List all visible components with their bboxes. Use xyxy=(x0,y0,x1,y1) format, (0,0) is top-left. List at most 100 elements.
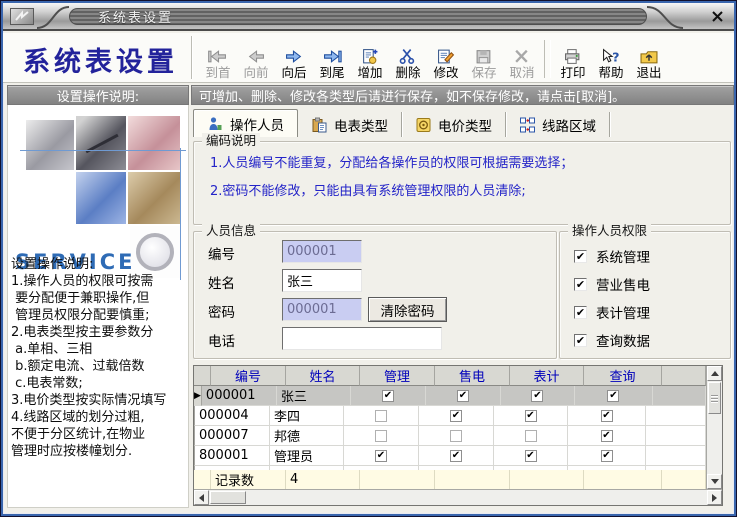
permission-3[interactable]: ✔ 查询数据 xyxy=(574,331,650,349)
coding-note-line: 1.人员编号不能重复，分配给各操作员的权限可根据需要选择； xyxy=(194,150,730,178)
cell-perm-checkbox[interactable]: ✔ xyxy=(494,446,568,466)
instruction-line: 管理时应按楼幢划分. xyxy=(11,443,189,460)
toolbar-button-label: 向后 xyxy=(281,65,306,80)
cell-perm-checkbox[interactable]: ✔ xyxy=(501,386,575,406)
grid-row[interactable]: 800001管理员✔✔✔✔ xyxy=(194,446,706,466)
tab-region[interactable]: 线路区域 xyxy=(506,112,610,137)
phone-label: 电话 xyxy=(208,330,235,350)
toolbar-button-label: 到尾 xyxy=(319,65,344,80)
cell-name[interactable]: 李四 xyxy=(270,406,344,426)
coding-note-line: 2.密码不能修改，只能由具有系统管理权限的人员清除; xyxy=(194,178,730,206)
grid-row[interactable]: ▶000001张三✔✔✔✔ xyxy=(194,386,706,406)
toolbar-next-button[interactable]: 向后 xyxy=(275,35,313,81)
clear-password-button[interactable]: 清除密码 xyxy=(368,297,447,322)
cell-perm-checkbox[interactable]: ✔ xyxy=(568,426,646,446)
grid-header-row: 编号姓名管理售电表计查询 xyxy=(194,366,706,386)
collage-tools-photo xyxy=(26,120,74,170)
toolbar-print-button[interactable]: 打印 xyxy=(554,35,592,81)
instruction-line: 3.电价类型按实际情况填写 xyxy=(11,392,189,409)
cell-id[interactable]: 000007 xyxy=(195,426,270,446)
cell-perm-checkbox[interactable]: ✔ xyxy=(568,446,646,466)
cell-perm-checkbox[interactable] xyxy=(494,426,568,446)
permission-0[interactable]: ✔ 系统管理 xyxy=(574,247,650,265)
record-count-value: 4 xyxy=(286,470,360,489)
person-icon xyxy=(207,116,224,132)
grid-column-header[interactable]: 查询 xyxy=(584,366,662,386)
scroll-up-icon xyxy=(711,371,719,376)
permission-label: 表计管理 xyxy=(596,302,650,322)
permissions-legend: 操作人员权限 xyxy=(568,223,651,239)
grid-column-header[interactable]: 编号 xyxy=(211,366,286,386)
scroll-down-button[interactable] xyxy=(707,474,722,489)
toolbar-last-button[interactable]: 到尾 xyxy=(313,35,351,81)
cell-id[interactable]: 800001 xyxy=(195,446,270,466)
cell-perm-checkbox[interactable]: ✔ xyxy=(419,406,494,426)
vertical-scroll-thumb[interactable] xyxy=(708,382,721,414)
id-field[interactable] xyxy=(282,240,362,263)
cell-perm-checkbox[interactable] xyxy=(419,426,494,446)
row-selector-cell[interactable]: ▶ xyxy=(194,386,202,406)
toolbar-help-button[interactable]: ? 帮助 xyxy=(592,35,630,81)
collage-keyboard-photo xyxy=(76,172,126,224)
grid-column-header[interactable]: 售电 xyxy=(435,366,510,386)
toolbar-add-button[interactable]: 增加 xyxy=(351,35,389,81)
scroll-left-button[interactable] xyxy=(194,490,209,505)
scroll-right-icon xyxy=(712,494,717,502)
grid-horizontal-scrollbar[interactable] xyxy=(194,489,722,505)
person-info-legend: 人员信息 xyxy=(202,223,260,239)
cell-name[interactable]: 邦德 xyxy=(270,426,344,446)
grid-row[interactable]: 000004李四✔✔✔ xyxy=(194,406,706,426)
cell-perm-checkbox[interactable]: ✔ xyxy=(426,386,501,406)
cell-id[interactable]: 000004 xyxy=(195,406,270,426)
scroll-right-button[interactable] xyxy=(707,490,722,505)
edit-icon xyxy=(435,46,457,65)
password-field[interactable] xyxy=(282,298,362,321)
cell-perm-checkbox[interactable]: ✔ xyxy=(419,446,494,466)
toolbar-button-label: 保存 xyxy=(471,65,496,80)
phone-field[interactable] xyxy=(282,327,442,350)
instructions-text: 设置操作说明:1.操作人员的权限可按需 要分配便于兼职操作,但 管理员权限分配要… xyxy=(11,256,189,460)
tab-label: 线路区域 xyxy=(542,115,596,135)
permission-2[interactable]: ✔ 表计管理 xyxy=(574,303,650,321)
cell-name[interactable]: 管理员 xyxy=(270,446,344,466)
tab-bar: 操作人员 电表类型 电价类型 线路区域 xyxy=(193,108,733,137)
close-button[interactable] xyxy=(707,8,727,26)
cell-name[interactable]: 张三 xyxy=(277,386,351,406)
page-title: 系统表设置 xyxy=(23,40,178,79)
cell-perm-checkbox[interactable]: ✔ xyxy=(494,406,568,426)
tab-price[interactable]: 电价类型 xyxy=(402,112,506,137)
permission-1[interactable]: ✔ 营业售电 xyxy=(574,275,650,293)
grid-column-header[interactable]: 表计 xyxy=(510,366,584,386)
main-panel: 可增加、删除、修改各类型后请进行保存，如不保存修改，请点击[取消]。 操作人员 … xyxy=(191,85,734,508)
cell-perm-checkbox[interactable]: ✔ xyxy=(351,386,426,406)
row-filler xyxy=(646,446,706,466)
cell-id[interactable]: 000001 xyxy=(202,386,277,406)
toolbar-separator xyxy=(544,40,551,78)
toolbar-delete-button[interactable]: 删除 xyxy=(389,35,427,81)
instruction-line: 管理员权限分配要慎重; xyxy=(11,307,189,324)
grid-column-header[interactable]: 管理 xyxy=(360,366,435,386)
grid-table: 编号姓名管理售电表计查询▶000001张三✔✔✔✔000004李四✔✔✔0000… xyxy=(194,366,706,489)
password-label: 密码 xyxy=(208,301,235,321)
horizontal-scroll-thumb[interactable] xyxy=(210,491,246,504)
cell-perm-checkbox[interactable]: ✔ xyxy=(344,446,419,466)
sidebar-header-label: 设置操作说明: xyxy=(57,86,139,105)
toolbar-edit-button[interactable]: 修改 xyxy=(427,35,465,81)
scroll-up-button[interactable] xyxy=(707,366,722,381)
collage-money-photo xyxy=(128,172,180,224)
cell-perm-checkbox[interactable] xyxy=(344,426,419,446)
cell-perm-checkbox[interactable]: ✔ xyxy=(568,406,646,426)
toolbar-exit-button[interactable]: 退出 xyxy=(630,35,668,81)
grid-vertical-scrollbar[interactable] xyxy=(706,366,722,489)
grid-column-header[interactable]: 姓名 xyxy=(286,366,360,386)
toolbar-button-label: 向前 xyxy=(243,65,268,80)
grid-row[interactable]: 000007邦德 ✔ xyxy=(194,426,706,446)
tab-label: 电价类型 xyxy=(438,115,492,135)
name-field[interactable] xyxy=(282,269,362,292)
tab-clipboard[interactable]: 电表类型 xyxy=(298,112,402,137)
instruction-line: 设置操作说明: xyxy=(11,256,189,273)
cell-perm-checkbox[interactable] xyxy=(344,406,419,426)
collage-pens-photo xyxy=(128,116,180,170)
prev-icon xyxy=(245,46,267,65)
cell-perm-checkbox[interactable]: ✔ xyxy=(575,386,653,406)
